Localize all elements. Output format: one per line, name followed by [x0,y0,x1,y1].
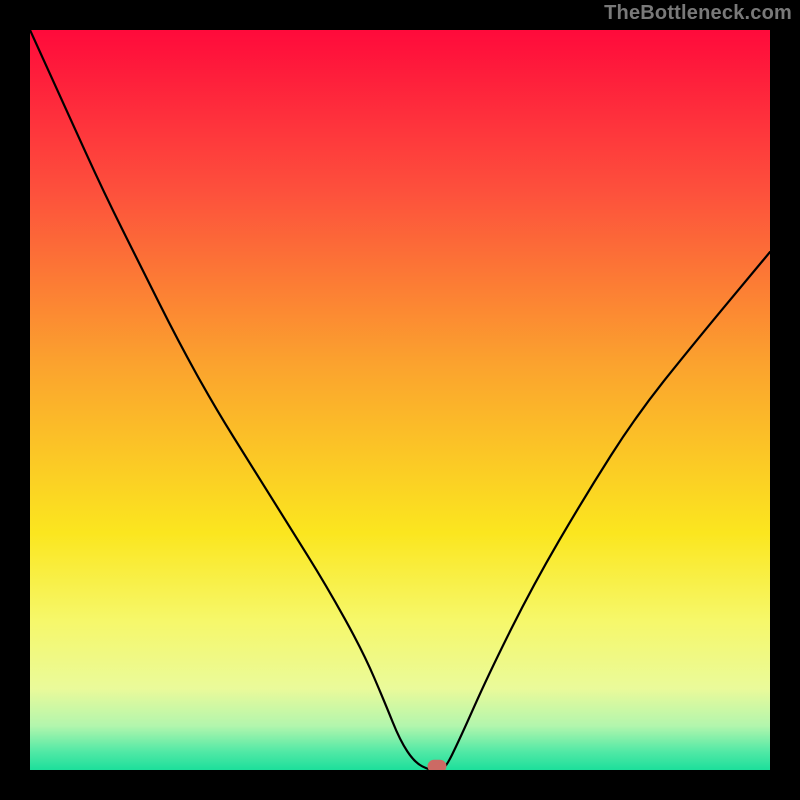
optimal-marker [428,760,446,770]
gradient-background [30,30,770,770]
chart-svg [30,30,770,770]
watermark-text: TheBottleneck.com [604,2,792,25]
plot-area [30,30,770,770]
chart-container: TheBottleneck.com [0,0,800,800]
